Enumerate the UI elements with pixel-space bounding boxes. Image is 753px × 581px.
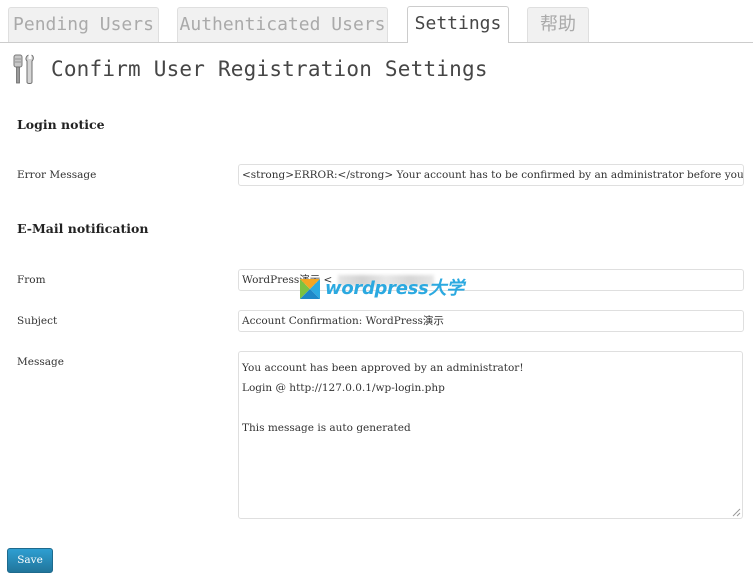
email-notification-heading: E-Mail notification xyxy=(17,221,149,236)
message-line: You account has been approved by an admi… xyxy=(242,362,524,374)
subject-label: Subject xyxy=(17,315,58,327)
tools-icon xyxy=(13,54,34,84)
page-title: Confirm User Registration Settings xyxy=(51,57,488,81)
message-line xyxy=(242,398,739,418)
error-message-label: Error Message xyxy=(17,169,97,181)
from-input[interactable]: WordPress演示 < xyxy=(238,269,744,291)
login-notice-heading: Login notice xyxy=(17,117,105,132)
message-textarea[interactable]: You account has been approved by an admi… xyxy=(238,351,743,519)
tab-authenticated-users[interactable]: Authenticated Users xyxy=(177,7,388,42)
save-button[interactable]: Save xyxy=(7,548,53,573)
tab-bar-divider xyxy=(0,42,753,43)
error-message-input[interactable]: <strong>ERROR:</strong> Your account has… xyxy=(238,164,744,186)
tab-settings[interactable]: Settings xyxy=(407,6,509,43)
from-input-value: WordPress演示 < xyxy=(242,274,333,286)
from-label: From xyxy=(17,274,46,286)
tab-pending-users[interactable]: Pending Users xyxy=(8,7,159,42)
message-line: Login @ http://127.0.0.1/wp-login.php xyxy=(242,382,445,394)
message-line: This message is auto generated xyxy=(242,422,411,434)
redacted-email xyxy=(338,274,435,286)
message-label: Message xyxy=(17,356,64,368)
tab-help[interactable]: 帮助 xyxy=(527,7,589,42)
tab-bar: Pending Users Authenticated Users Settin… xyxy=(0,0,753,43)
subject-input[interactable]: Account Confirmation: WordPress演示 xyxy=(238,310,744,332)
resize-grip-icon[interactable] xyxy=(732,508,741,517)
